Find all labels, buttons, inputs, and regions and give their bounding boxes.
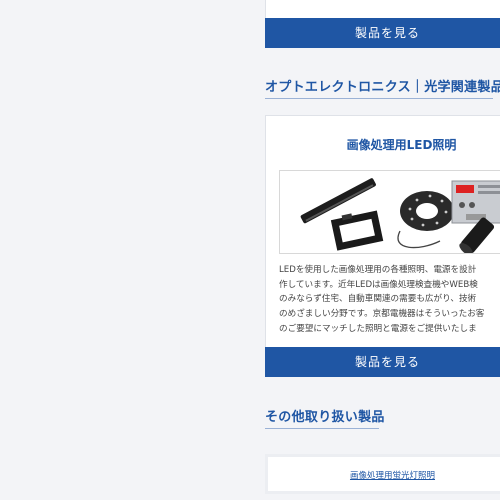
previous-product-card: [265, 0, 500, 19]
section-title-underline: [265, 428, 379, 429]
card-description: LEDを使用した画像処理用の各種照明、電源を設計 作しています。近年LEDは画像…: [279, 263, 500, 336]
fluorescent-lighting-link[interactable]: 画像処理用蛍光灯照明: [268, 469, 500, 481]
other-products-section-title: その他取り扱い製品: [265, 406, 385, 429]
section-title-underline: [265, 98, 493, 99]
view-products-button[interactable]: 製品を見る: [265, 18, 500, 48]
description-line: 作しています。近年LEDは画像処理検査機やWEB検: [279, 279, 478, 290]
description-line: のみならず住宅、自動車関連の需要も広がり、技術: [279, 294, 477, 305]
product-image: [279, 170, 500, 254]
description-line: LEDを使用した画像処理用の各種照明、電源を設計: [279, 265, 477, 275]
description-line: のご要望にマッチした照明と電源をご提供いたしま: [279, 323, 477, 334]
description-line: のめざましい分野です。京都電機器はそういったお客: [279, 309, 485, 320]
other-product-box: 画像処理用蛍光灯照明: [265, 454, 500, 494]
optoelectronics-section-title: オプトエレクトロニクス｜光学関連製品: [265, 76, 500, 99]
section-title-text: その他取り扱い製品: [265, 410, 385, 425]
view-products-button[interactable]: 製品を見る: [265, 347, 500, 377]
card-title: 画像処理用LED照明: [346, 138, 457, 152]
section-title-text: オプトエレクトロニクス｜光学関連製品: [265, 80, 500, 95]
product-card-led: 画像処理用LED照明 LEDを使用した画像処理用の各種照明、電源を設計 作してい…: [265, 115, 500, 348]
left-panel: [0, 0, 217, 500]
led-products-photo: [300, 178, 500, 253]
